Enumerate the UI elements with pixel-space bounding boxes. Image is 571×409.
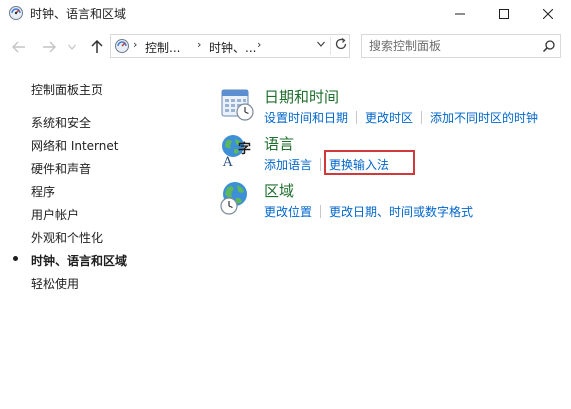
- control-panel-icon: [8, 5, 24, 21]
- link-change-location[interactable]: 更改位置: [264, 205, 312, 219]
- address-divider: [330, 37, 331, 55]
- close-icon: [543, 9, 553, 19]
- forward-arrow-icon: [43, 41, 56, 53]
- back-arrow-icon: [12, 41, 25, 53]
- close-button[interactable]: [525, 0, 571, 28]
- category-title-date-time[interactable]: 日期和时间: [264, 86, 339, 107]
- category-links: 更改位置 更改日期、时间或数字格式: [264, 203, 473, 220]
- search-box[interactable]: [361, 34, 561, 58]
- category-date-time: 日期和时间 设置时间和日期 更改时区 添加不同时区的时钟: [219, 86, 559, 128]
- sidebar-item-ease-of-access[interactable]: 轻松使用: [31, 275, 79, 292]
- address-bar[interactable]: › 控制... › 时钟、... ›: [110, 34, 350, 58]
- refresh-icon: [335, 37, 347, 50]
- calendar-clock-icon[interactable]: [219, 86, 255, 122]
- recent-locations-button[interactable]: [66, 38, 78, 56]
- chevron-down-icon: [68, 44, 76, 50]
- window-title: 时钟、语言和区域: [30, 7, 127, 21]
- link-change-formats[interactable]: 更改日期、时间或数字格式: [329, 205, 473, 219]
- forward-button[interactable]: [40, 38, 58, 56]
- sidebar: 控制面板主页 系统和安全 网络和 Internet 硬件和声音 程序 用户帐户 …: [0, 64, 190, 409]
- breadcrumb-clock-language-region[interactable]: 时钟、...: [209, 39, 256, 56]
- maximize-icon: [499, 9, 509, 19]
- sidebar-item-hardware-sound[interactable]: 硬件和声音: [31, 160, 91, 177]
- up-arrow-icon: [91, 40, 103, 53]
- navigation-bar: › 控制... › 时钟、... ›: [0, 30, 571, 64]
- language-globe-icon[interactable]: 字 A: [219, 133, 255, 170]
- region-globe-icon[interactable]: [219, 180, 255, 216]
- back-button[interactable]: [10, 38, 28, 56]
- breadcrumb-separator: ›: [197, 38, 202, 51]
- title-bar: 时钟、语言和区域: [0, 0, 571, 28]
- search-input[interactable]: [362, 35, 532, 57]
- sidebar-item-appearance[interactable]: 外观和个性化: [31, 229, 103, 246]
- sidebar-item-user-accounts[interactable]: 用户帐户: [31, 206, 79, 223]
- sidebar-item-control-panel-home[interactable]: 控制面板主页: [31, 81, 103, 98]
- maximize-button[interactable]: [481, 0, 527, 28]
- link-add-language[interactable]: 添加语言: [264, 158, 312, 172]
- category-title-language[interactable]: 语言: [264, 133, 294, 154]
- link-change-timezone[interactable]: 更改时区: [365, 111, 413, 125]
- svg-text:字: 字: [238, 141, 251, 157]
- link-separator: [356, 111, 358, 124]
- breadcrumb-separator: ›: [257, 38, 262, 51]
- search-icon[interactable]: [542, 39, 556, 53]
- up-button[interactable]: [88, 38, 106, 56]
- category-region: 区域 更改位置 更改日期、时间或数字格式: [219, 180, 519, 222]
- category-links: 设置时间和日期 更改时区 添加不同时区的时钟: [264, 109, 538, 126]
- breadcrumb-control-panel[interactable]: 控制...: [145, 39, 180, 56]
- address-dropdown-button[interactable]: [317, 40, 325, 50]
- sidebar-item-clock-language-region[interactable]: 时钟、语言和区域: [31, 252, 127, 269]
- sidebar-item-network-internet[interactable]: 网络和 Internet: [31, 137, 118, 154]
- minimize-button[interactable]: [437, 0, 483, 28]
- link-separator: [320, 158, 322, 171]
- chevron-down-icon: [317, 41, 325, 47]
- breadcrumb-separator: ›: [133, 38, 138, 51]
- refresh-button[interactable]: [334, 37, 348, 55]
- sidebar-item-programs[interactable]: 程序: [31, 183, 55, 200]
- current-item-bullet: [13, 256, 18, 261]
- link-set-time-date[interactable]: 设置时间和日期: [264, 111, 348, 125]
- minimize-icon: [455, 13, 465, 15]
- link-separator: [421, 111, 423, 124]
- category-title-region[interactable]: 区域: [264, 180, 294, 201]
- link-separator: [320, 205, 322, 218]
- highlight-box: [324, 150, 415, 175]
- sidebar-item-system-security[interactable]: 系统和安全: [31, 114, 91, 131]
- link-add-clocks[interactable]: 添加不同时区的时钟: [430, 111, 538, 125]
- svg-text:A: A: [222, 155, 233, 169]
- control-panel-icon: [114, 38, 130, 54]
